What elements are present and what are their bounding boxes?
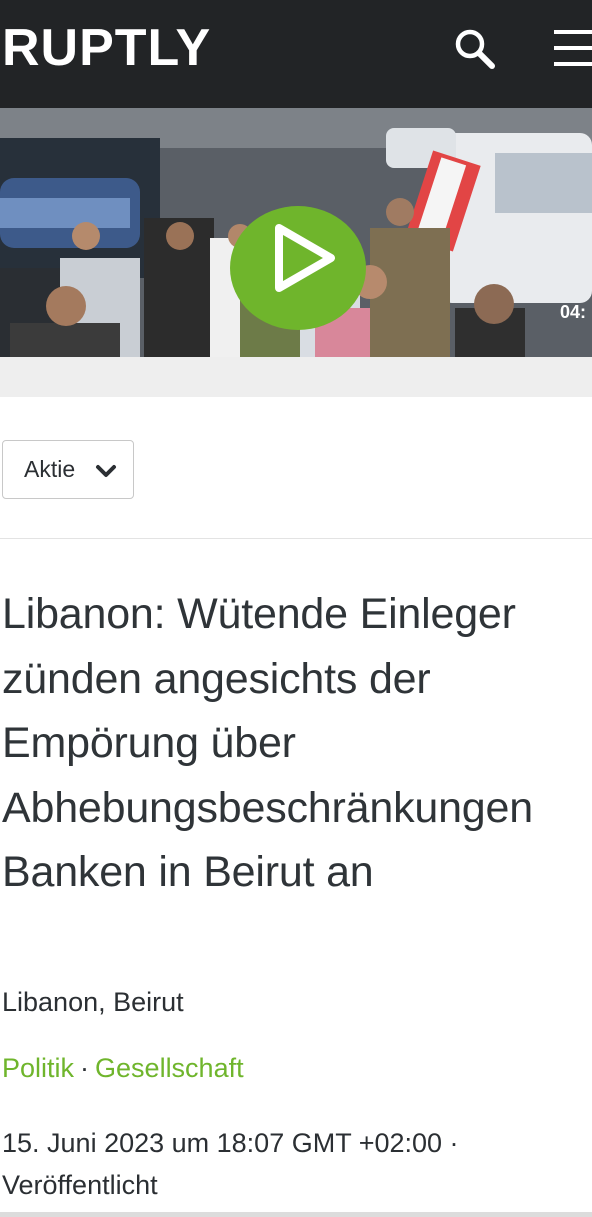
category-dropdown[interactable]: Aktie [2, 440, 134, 499]
play-button[interactable] [230, 206, 366, 330]
bottom-divider [0, 1212, 592, 1217]
ad-placeholder [0, 357, 592, 397]
search-icon [455, 29, 495, 69]
site-header: RUPTLY [0, 0, 592, 108]
play-icon [275, 224, 335, 292]
tag-gesellschaft[interactable]: Gesellschaft [95, 1053, 244, 1083]
search-button[interactable] [452, 26, 496, 70]
tag-politik[interactable]: Politik [2, 1053, 74, 1083]
ruptly-logo[interactable]: RUPTLY [2, 18, 211, 78]
section-divider [0, 538, 592, 539]
video-player[interactable]: 04: [0, 108, 592, 357]
article-tags: Politik · Gesellschaft [2, 1053, 244, 1084]
menu-button[interactable] [552, 26, 592, 70]
chevron-down-icon [96, 465, 116, 477]
article-date: 15. Juni 2023 um 18:07 GMT +02:00 · Verö… [2, 1128, 459, 1200]
video-duration: 04: [560, 302, 587, 322]
dropdown-label: Aktie [24, 456, 76, 482]
article-title: Libanon: Wütende Einleger zünden angesic… [2, 590, 533, 896]
tag-separator: · [80, 1053, 90, 1083]
hamburger-menu-icon [554, 30, 592, 66]
article-location: Libanon, Beirut [2, 987, 184, 1017]
